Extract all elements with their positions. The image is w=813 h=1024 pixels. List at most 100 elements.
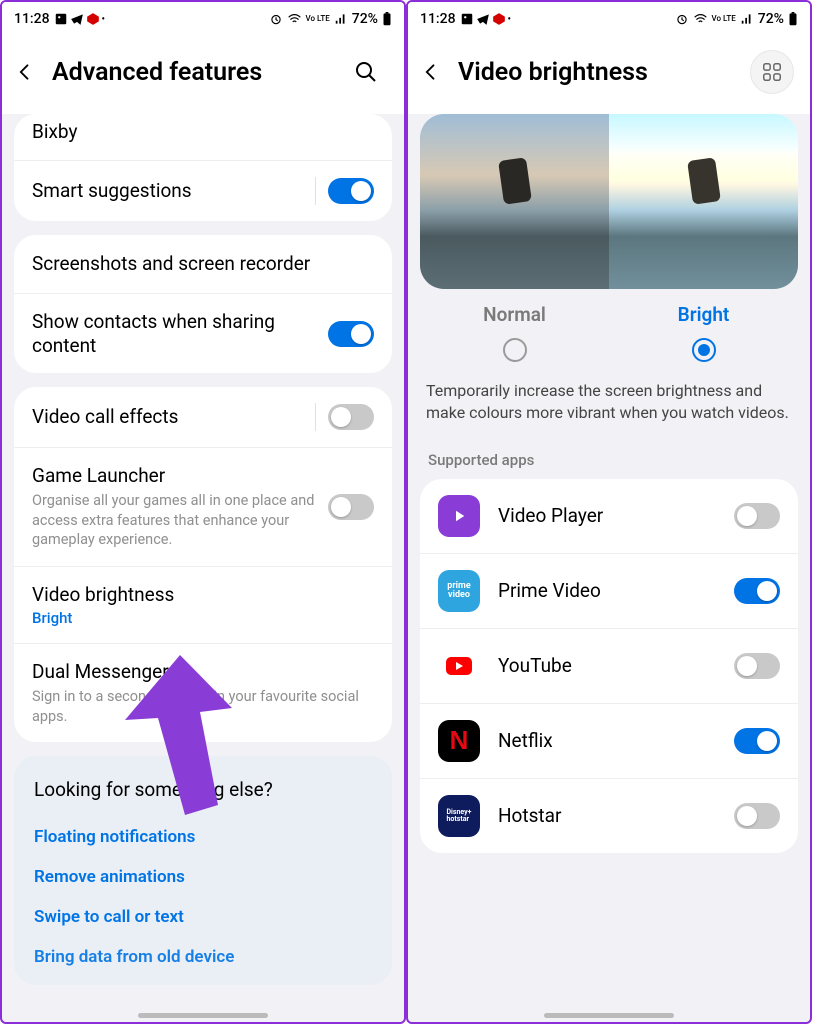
battery-text: 72% (352, 11, 378, 27)
link-bring-data[interactable]: Bring data from old device (34, 937, 372, 977)
row-video-brightness[interactable]: Video brightness Bright (14, 566, 392, 644)
back-button[interactable] (420, 61, 442, 83)
toggle-video-player[interactable] (734, 503, 780, 529)
app-icon-netflix: N (438, 720, 480, 762)
brightness-radio-group: Normal Bright (420, 297, 798, 372)
app-icon-youtube (438, 645, 480, 687)
looking-title: Looking for something else? (34, 778, 372, 801)
radio-label-bright: Bright (609, 303, 798, 326)
status-time: 11:28 (14, 11, 50, 27)
chevron-left-icon (15, 62, 35, 82)
app-row-youtube[interactable]: YouTube (420, 628, 798, 703)
telegram-icon (476, 12, 490, 26)
toggle-video-call[interactable] (328, 404, 374, 430)
picture-icon (54, 12, 68, 26)
toggle-game-launcher[interactable] (328, 494, 374, 520)
signal-icon (334, 12, 348, 26)
label-screenshots: Screenshots and screen recorder (32, 252, 374, 276)
toggle-show-contacts[interactable] (328, 321, 374, 347)
page-title: Advanced features (52, 58, 328, 87)
app-name: Video Player (498, 504, 734, 528)
row-dual-messenger[interactable]: Dual Messenger Sign in to a second accou… (14, 643, 392, 742)
dot-icon: • (102, 14, 106, 25)
toggle-smart-suggestions[interactable] (328, 178, 374, 204)
volte-icon: Vo LTE (306, 15, 330, 23)
status-bar: 11:28 • Vo LTE 72% (2, 2, 404, 36)
app-row-prime-video[interactable]: primevideo Prime Video (420, 553, 798, 628)
app-icon-prime-video: primevideo (438, 570, 480, 612)
app-name: Hotstar (498, 804, 734, 828)
hex-icon (492, 12, 506, 26)
picture-icon (460, 12, 474, 26)
app-row-hotstar[interactable]: Disney+hotstar Hotstar (420, 778, 798, 853)
divider (315, 177, 316, 205)
hex-icon (86, 12, 100, 26)
link-swipe-to-call[interactable]: Swipe to call or text (34, 897, 372, 937)
battery-icon (382, 12, 392, 26)
app-row-video-player[interactable]: Video Player (420, 479, 798, 553)
row-video-call[interactable]: Video call effects (14, 387, 392, 447)
row-game-launcher[interactable]: Game Launcher Organise all your games al… (14, 447, 392, 565)
page-title: Video brightness (458, 58, 734, 87)
label-smart-suggestions: Smart suggestions (32, 179, 315, 203)
supported-apps-list: Video Player primevideo Prime Video YouT… (420, 479, 798, 853)
app-row-netflix[interactable]: N Netflix (420, 703, 798, 778)
toggle-prime-video[interactable] (734, 578, 780, 604)
status-time: 11:28 (420, 11, 456, 27)
page-header: Advanced features (2, 36, 404, 114)
toggle-netflix[interactable] (734, 728, 780, 754)
volte-icon: Vo LTE (712, 15, 736, 23)
label-video-call: Video call effects (32, 405, 315, 429)
apps-button[interactable] (750, 50, 794, 94)
status-icons-left: • (54, 12, 106, 26)
radio-label-normal: Normal (420, 303, 609, 326)
value-video-brightness: Bright (32, 609, 374, 627)
sub-dual-messenger: Sign in to a second account in your favo… (32, 687, 374, 726)
preview-normal (420, 114, 609, 289)
wifi-icon (693, 12, 708, 26)
settings-list: Bixby Smart suggestions Screenshots and … (2, 114, 404, 1022)
row-show-contacts[interactable]: Show contacts when sharing content (14, 293, 392, 374)
apps-grid-icon (761, 61, 783, 83)
home-indicator[interactable] (544, 1013, 674, 1018)
search-icon (354, 60, 378, 84)
toggle-youtube[interactable] (734, 653, 780, 679)
label-bixby: Bixby (32, 120, 374, 144)
row-smart-suggestions[interactable]: Smart suggestions (14, 160, 392, 221)
preview-bright (609, 114, 798, 289)
dot-icon: • (508, 14, 512, 25)
search-button[interactable] (344, 50, 388, 94)
card-suggestions: Bixby Smart suggestions (14, 114, 392, 221)
app-icon-video-player (438, 495, 480, 537)
phone-screen-advanced-features: 11:28 • Vo LTE 72% Advanced features (0, 0, 406, 1024)
status-bar: 11:28 • Vo LTE 72% (408, 2, 810, 36)
app-icon-hotstar: Disney+hotstar (438, 795, 480, 837)
row-screenshots[interactable]: Screenshots and screen recorder (14, 235, 392, 293)
status-icons-left: • (460, 12, 512, 26)
label-show-contacts: Show contacts when sharing content (32, 310, 328, 358)
brightness-preview (420, 114, 798, 289)
telegram-icon (70, 12, 84, 26)
page-header: Video brightness (408, 36, 810, 114)
brightness-description: Temporarily increase the screen brightne… (420, 372, 798, 445)
battery-icon (788, 12, 798, 26)
label-dual-messenger: Dual Messenger (32, 660, 374, 684)
toggle-hotstar[interactable] (734, 803, 780, 829)
supported-apps-title: Supported apps (420, 445, 798, 479)
phone-screen-video-brightness: 11:28 • Vo LTE 72% Video brightness (406, 0, 812, 1024)
sub-game-launcher: Organise all your games all in one place… (32, 491, 328, 550)
radio-bright[interactable]: Bright (609, 303, 798, 362)
link-floating-notifications[interactable]: Floating notifications (34, 817, 372, 857)
home-indicator[interactable] (138, 1013, 268, 1018)
label-video-brightness: Video brightness (32, 583, 374, 607)
card-sharing: Screenshots and screen recorder Show con… (14, 235, 392, 374)
card-media: Video call effects Game Launcher Organis… (14, 387, 392, 742)
app-name: Netflix (498, 729, 734, 753)
link-remove-animations[interactable]: Remove animations (34, 857, 372, 897)
alarm-icon (675, 12, 689, 26)
radio-normal[interactable]: Normal (420, 303, 609, 362)
signal-icon (740, 12, 754, 26)
back-button[interactable] (14, 61, 36, 83)
row-bixby[interactable]: Bixby (14, 114, 392, 160)
youtube-icon (444, 655, 474, 677)
